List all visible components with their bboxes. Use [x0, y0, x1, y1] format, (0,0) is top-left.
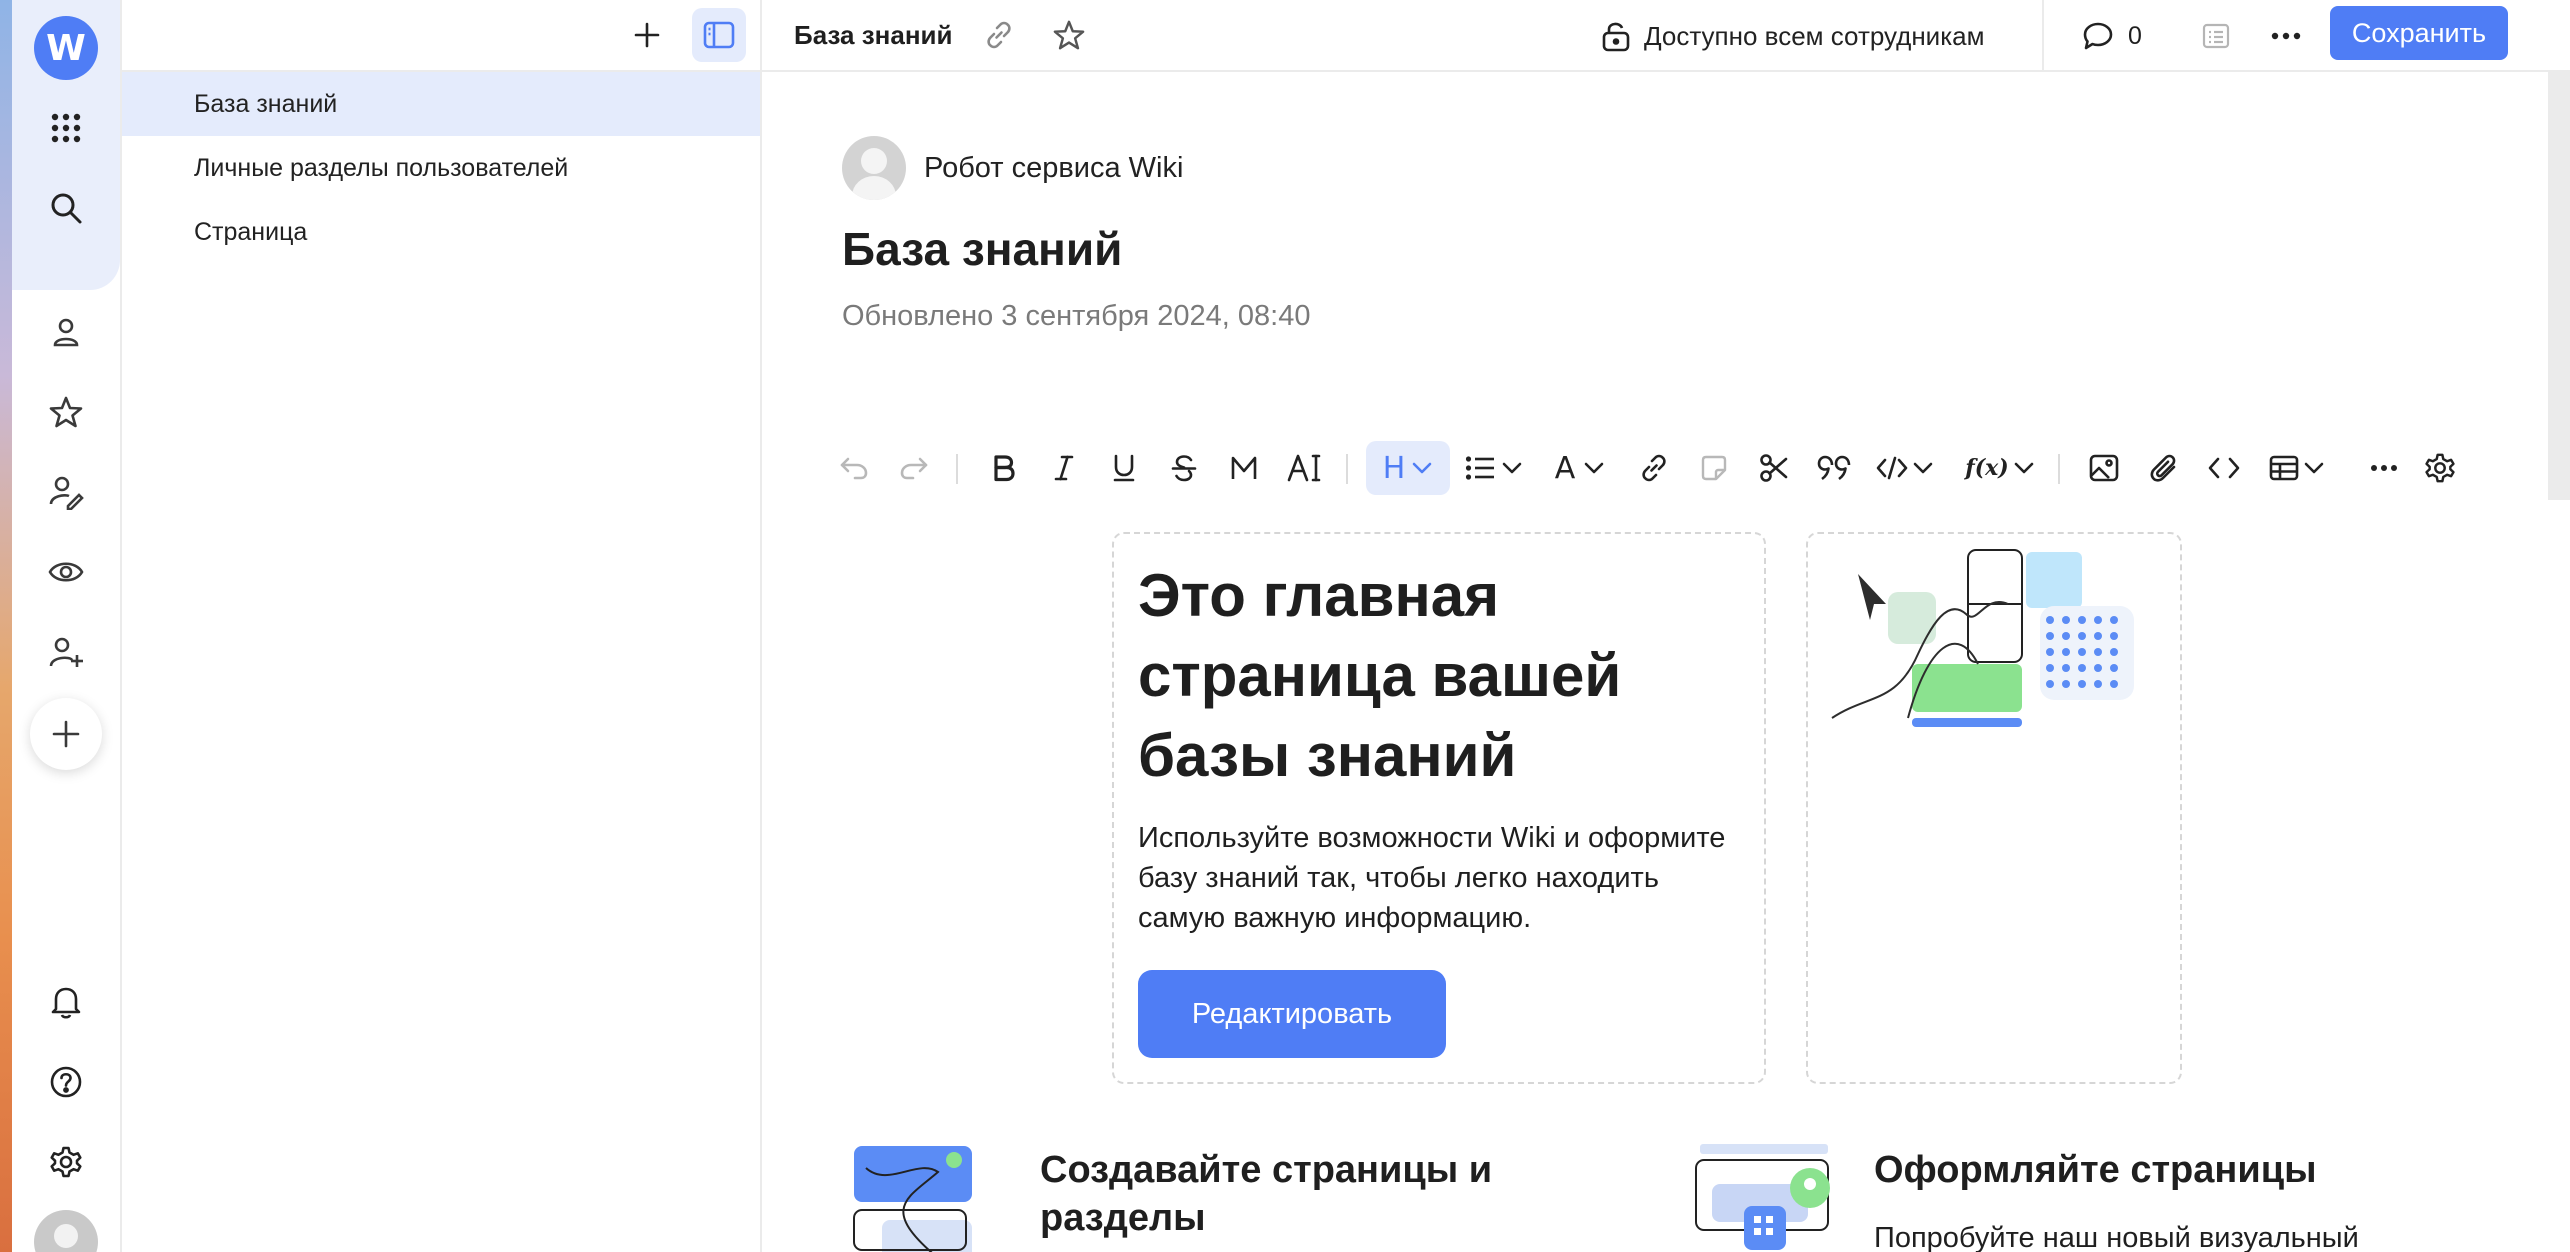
sidebar-panel-icon	[703, 21, 735, 49]
text-style-label: A	[1554, 450, 1576, 486]
chevron-down-icon	[2304, 462, 2324, 474]
sidebar-item-page[interactable]: Страница	[122, 200, 760, 264]
underline-icon[interactable]	[1102, 436, 1146, 500]
plus-icon[interactable]	[30, 698, 102, 770]
heading-dropdown[interactable]: H	[1366, 441, 1450, 495]
code-icon	[1876, 456, 1908, 480]
more-tools-icon[interactable]	[2362, 436, 2406, 500]
eye-icon[interactable]	[36, 542, 96, 602]
editor-toolbar: H A f(x)	[832, 436, 2455, 500]
page-author: Робот сервиса Wiki	[842, 136, 1183, 200]
hero-description: Используйте возможности Wiki и оформите …	[1138, 822, 1726, 934]
chevron-down-icon	[1502, 462, 1522, 474]
comment-icon	[2083, 22, 2113, 50]
chevron-down-icon	[2014, 462, 2034, 474]
toolbar-separator	[1346, 454, 1348, 484]
author-name[interactable]: Робот сервиса Wiki	[924, 152, 1183, 185]
updated-timestamp: Обновлено 3 сентября 2024, 08:40	[842, 300, 1311, 332]
text-style-dropdown[interactable]: A	[1550, 436, 1610, 500]
gear-icon[interactable]	[36, 1132, 96, 1192]
feature-title-create: Создавайте страницы и разделы	[1040, 1149, 1493, 1239]
chevron-down-icon	[1913, 462, 1933, 474]
chevron-down-icon	[1584, 462, 1604, 474]
author-avatar	[842, 136, 906, 200]
logo-letter: W	[46, 27, 86, 69]
add-page-button[interactable]	[620, 8, 674, 62]
plus-icon	[634, 22, 660, 48]
hero-title: Это главная страница вашей базы знаний	[1138, 562, 1622, 789]
edit-button[interactable]: Редактировать	[1138, 970, 1446, 1058]
sidebar-item-knowledge-base[interactable]: База знаний	[122, 72, 760, 136]
link-icon[interactable]	[1632, 436, 1676, 500]
monospace-icon[interactable]	[1222, 436, 1266, 500]
knowledge-base-illustration	[1831, 549, 2134, 727]
formula-label: f(x)	[1965, 455, 2009, 481]
list-icon	[1465, 456, 1494, 480]
code-block-icon[interactable]	[2202, 436, 2246, 500]
attachment-icon[interactable]	[2142, 436, 2186, 500]
scissors-icon[interactable]	[1752, 436, 1796, 500]
star-icon[interactable]	[36, 382, 96, 442]
table-of-contents-icon[interactable]	[2192, 12, 2240, 60]
access-label: Доступно всем сотрудникам	[1644, 20, 1985, 51]
header-divider	[2042, 0, 2044, 72]
desktop-edge	[0, 0, 12, 1252]
table-icon	[2269, 455, 2299, 481]
redo-icon[interactable]	[892, 436, 936, 500]
toolbar-separator	[956, 454, 958, 484]
wiki-logo-button[interactable]: W	[34, 16, 98, 80]
comments-button[interactable]: 0	[2082, 0, 2142, 72]
navigation-sidebar: База знаний Личные разделы пользователей…	[122, 0, 762, 1252]
html-block-dropdown[interactable]	[1872, 436, 1938, 500]
sidebar-item-personal-sections[interactable]: Личные разделы пользователей	[122, 136, 760, 200]
hero-illustration-block[interactable]	[1806, 532, 2182, 1084]
sidebar-item-label: Страница	[194, 217, 308, 246]
strikethrough-icon[interactable]	[1162, 436, 1206, 500]
italic-icon[interactable]	[1042, 436, 1086, 500]
apps-grid-icon[interactable]	[36, 98, 96, 158]
toolbar-separator	[2058, 454, 2060, 484]
breadcrumb[interactable]: База знаний	[794, 20, 953, 51]
avatar[interactable]	[34, 1210, 98, 1252]
quote-icon[interactable]	[1812, 436, 1856, 500]
page-title[interactable]: База знаний	[842, 222, 1122, 276]
toggle-sidebar-button[interactable]	[692, 8, 746, 62]
list-dropdown[interactable]	[1462, 436, 1526, 500]
sidebar-header	[122, 0, 760, 72]
bold-icon[interactable]	[982, 436, 1026, 500]
sticky-note-icon[interactable]	[1692, 436, 1736, 500]
sidebar-item-label: База знаний	[194, 89, 338, 118]
undo-icon[interactable]	[832, 436, 876, 500]
formula-dropdown[interactable]: f(x)	[1964, 436, 2036, 500]
person-add-icon[interactable]	[36, 622, 96, 682]
text-color-icon[interactable]	[1282, 436, 1326, 500]
editor-settings-gear-icon[interactable]	[2418, 436, 2462, 500]
feature-text-format: Попробуйте наш новый визуальный	[1874, 1222, 2359, 1252]
sidebar-item-label: Личные разделы пользователей	[194, 153, 569, 182]
copy-link-icon[interactable]	[975, 11, 1023, 59]
help-icon[interactable]	[36, 1052, 96, 1112]
page-scrollbar[interactable]	[2548, 72, 2570, 500]
feature-title-format: Оформляйте страницы	[1874, 1149, 2317, 1191]
app-rail: W	[0, 0, 122, 1252]
search-icon[interactable]	[36, 178, 96, 238]
image-icon[interactable]	[2082, 436, 2126, 500]
page-header: База знаний Доступно всем сотрудникам 0 …	[762, 0, 2570, 72]
hero-text-block[interactable]: Это главная страница вашей базы знаний И…	[1112, 532, 1766, 1084]
heading-label: H	[1382, 450, 1406, 486]
chevron-down-icon	[1412, 462, 1432, 474]
comments-count: 0	[2128, 21, 2142, 50]
create-pages-illustration	[853, 1146, 972, 1252]
save-button[interactable]: Сохранить	[2330, 6, 2508, 60]
person-icon[interactable]	[36, 302, 96, 362]
bell-icon[interactable]	[36, 972, 96, 1032]
favorite-star-icon[interactable]	[1045, 11, 1093, 59]
access-settings[interactable]: Доступно всем сотрудникам	[1602, 0, 1985, 72]
unlock-icon	[1602, 22, 1630, 52]
table-dropdown[interactable]	[2264, 436, 2330, 500]
person-edit-icon[interactable]	[36, 462, 96, 522]
format-pages-illustration	[1695, 1144, 1830, 1250]
more-options-icon[interactable]	[2262, 12, 2310, 60]
